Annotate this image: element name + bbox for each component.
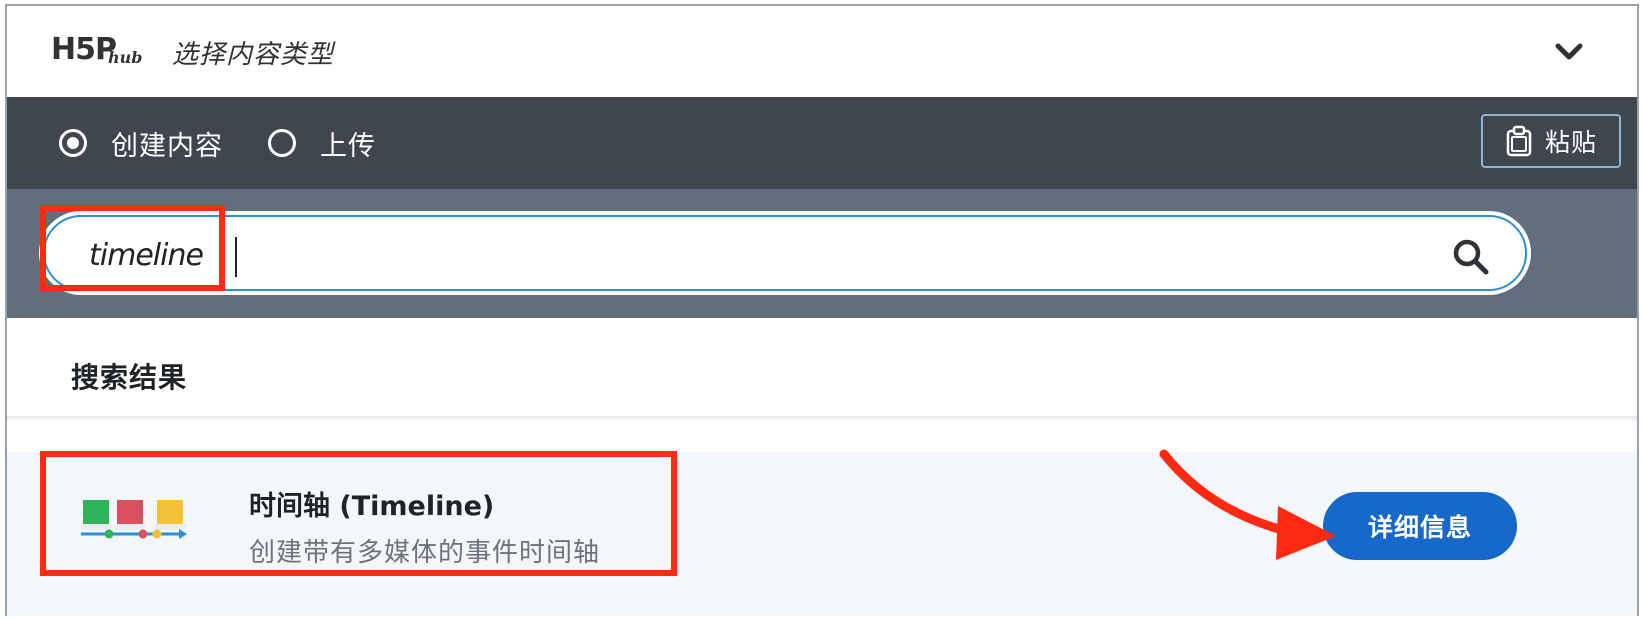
divider	[7, 416, 1637, 422]
result-item-timeline[interactable]: 时间轴 (Timeline) 创建带有多媒体的事件时间轴 详细信息	[7, 452, 1637, 616]
search-icon[interactable]	[1451, 237, 1491, 277]
search-field-wrapper	[39, 211, 1531, 295]
result-description: 创建带有多媒体的事件时间轴	[249, 538, 601, 568]
timeline-icon	[81, 500, 187, 539]
mode-upload[interactable]: 上传	[268, 121, 376, 165]
radio-checked-icon[interactable]	[59, 129, 87, 157]
chevron-down-icon	[1555, 43, 1583, 60]
mode-create-content[interactable]: 创建内容	[59, 121, 223, 165]
hub-header[interactable]: H5P hub 选择内容类型	[7, 6, 1637, 97]
paste-label: 粘贴	[1544, 128, 1597, 157]
clipboard-icon	[1506, 125, 1532, 157]
result-title: 时间轴 (Timeline)	[249, 491, 495, 522]
content-type-selector: H5P hub 选择内容类型 创建内容 上传 粘贴 timeline 搜索结果 …	[5, 4, 1639, 616]
radio-unchecked-icon[interactable]	[268, 129, 296, 157]
mode-label-upload: 上传	[320, 130, 376, 162]
mode-bar: 创建内容 上传 粘贴	[7, 97, 1637, 189]
search-input[interactable]	[89, 231, 1389, 279]
mode-label-create: 创建内容	[111, 130, 223, 162]
search-bar	[7, 189, 1637, 318]
logo-sub: hub	[108, 48, 143, 67]
text-caret	[235, 237, 237, 277]
paste-button[interactable]: 粘贴	[1481, 114, 1621, 168]
results-heading: 搜索结果	[71, 361, 188, 394]
h5p-hub-logo: H5P hub	[51, 32, 147, 68]
search-field[interactable]	[43, 215, 1527, 291]
collapse-button[interactable]	[1549, 34, 1589, 70]
details-button[interactable]: 详细信息	[1323, 492, 1517, 560]
page-title: 选择内容类型	[172, 40, 335, 70]
logo-text: H5P	[51, 32, 117, 67]
